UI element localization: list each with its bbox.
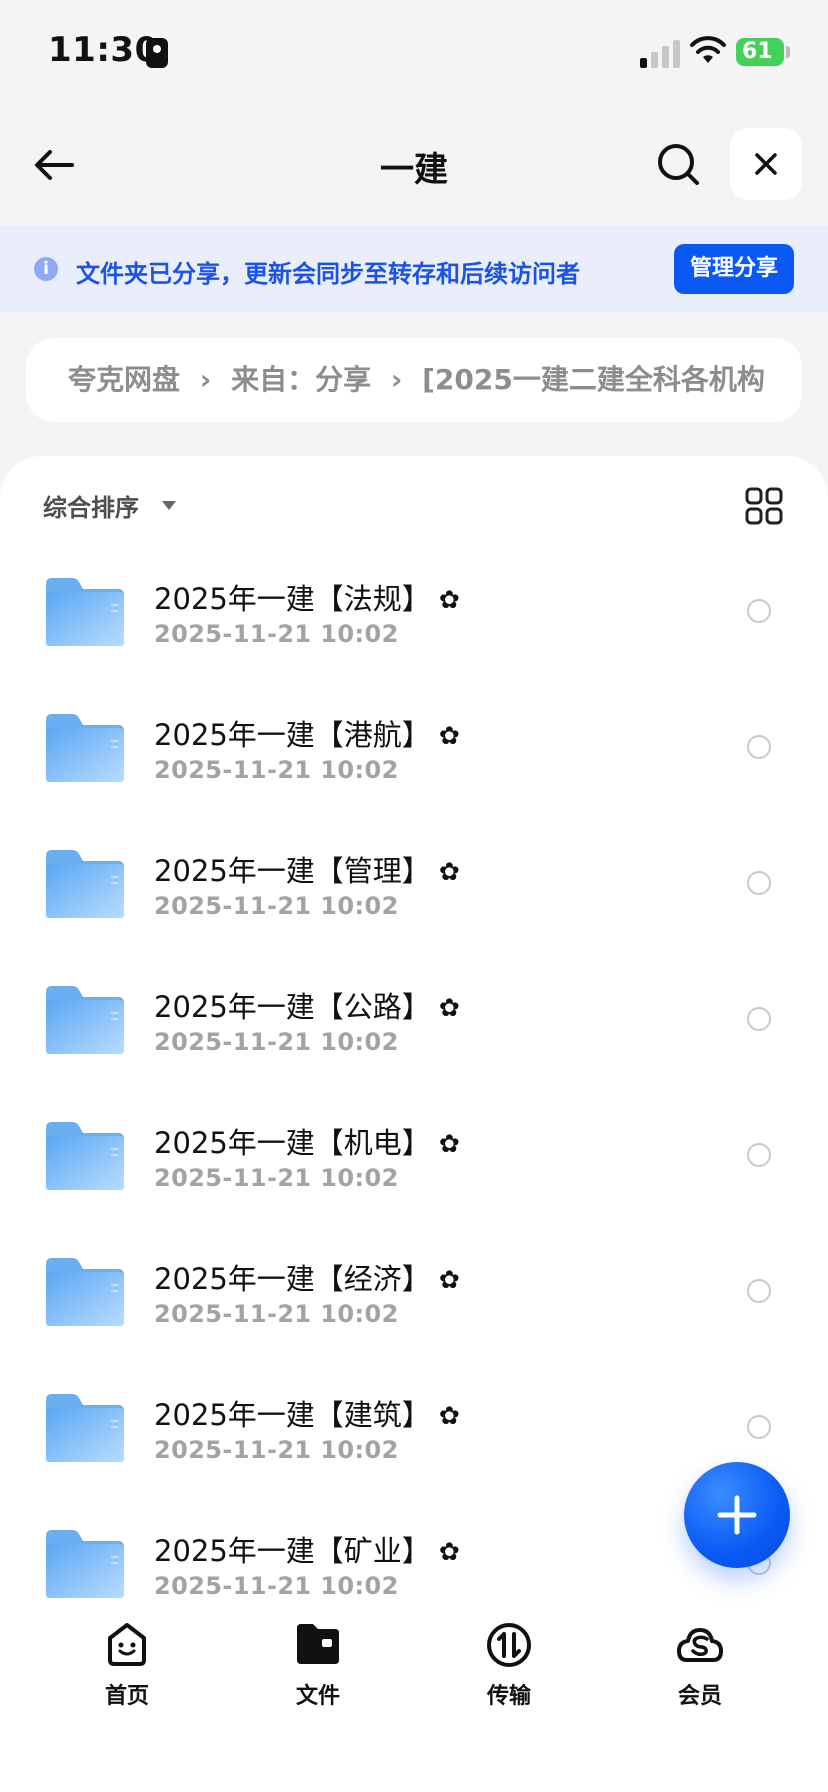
navigation-bar: 一建 xyxy=(0,100,828,226)
file-name: 2025年一建【管理】 xyxy=(154,854,431,888)
file-list-item[interactable]: 2025年一建【机电】 ✿ 2025-11-21 10:02 xyxy=(0,1080,828,1216)
tab-membership[interactable]: 会员 xyxy=(640,1620,760,1710)
folder-icon xyxy=(297,1624,339,1664)
file-name: 2025年一建【机电】 xyxy=(154,1126,431,1160)
select-radio[interactable] xyxy=(747,1415,771,1439)
tab-transfer[interactable]: 传输 xyxy=(449,1620,569,1710)
folder-icon xyxy=(46,850,124,918)
chevron-right-icon: › xyxy=(199,363,212,396)
shared-flower-icon: ✿ xyxy=(438,585,460,614)
folder-icon xyxy=(46,1394,124,1462)
bottom-tab-bar: 首页 文件 传输 会员 xyxy=(0,1604,828,1792)
file-list-item[interactable]: 2025年一建【法规】 ✿ 2025-11-21 10:02 xyxy=(0,536,828,672)
file-name: 2025年一建【矿业】 xyxy=(154,1534,431,1568)
manage-share-button[interactable]: 管理分享 xyxy=(674,244,794,294)
select-radio[interactable] xyxy=(747,1279,771,1303)
breadcrumb: 夸克网盘 › 来自：分享 › [2025一建二建全科各机构 xyxy=(26,338,802,422)
info-icon: i xyxy=(34,257,58,281)
file-list-item[interactable]: 2025年一建【建筑】 ✿ 2025-11-21 10:02 xyxy=(0,1352,828,1488)
battery-icon: 61 xyxy=(736,38,790,66)
file-date: 2025-11-21 10:02 xyxy=(154,756,399,784)
share-banner: i 文件夹已分享，更新会同步至转存和后续访问者 管理分享 xyxy=(0,226,828,312)
add-button[interactable] xyxy=(684,1462,790,1568)
share-banner-text: 文件夹已分享，更新会同步至转存和后续访问者 xyxy=(76,260,580,288)
person-badge-icon xyxy=(146,38,168,68)
breadcrumb-share[interactable]: 来自：分享 xyxy=(231,363,371,396)
folder-icon xyxy=(46,578,124,646)
file-date: 2025-11-21 10:02 xyxy=(154,1436,399,1464)
wifi-icon xyxy=(690,36,726,63)
folder-icon xyxy=(46,1530,124,1598)
file-list-item[interactable]: 2025年一建【港航】 ✿ 2025-11-21 10:02 xyxy=(0,672,828,808)
file-name: 2025年一建【建筑】 xyxy=(154,1398,431,1432)
file-date: 2025-11-21 10:02 xyxy=(154,620,399,648)
select-radio[interactable] xyxy=(747,1007,771,1031)
tab-home[interactable]: 首页 xyxy=(67,1620,187,1710)
caret-down-icon[interactable] xyxy=(162,501,176,510)
select-radio[interactable] xyxy=(747,1143,771,1167)
shared-flower-icon: ✿ xyxy=(438,1129,460,1158)
breadcrumb-current[interactable]: [2025一建二建全科各机构 xyxy=(422,363,765,396)
select-radio[interactable] xyxy=(747,735,771,759)
membership-icon xyxy=(677,1628,723,1662)
tab-membership-label: 会员 xyxy=(677,1684,722,1709)
file-date: 2025-11-21 10:02 xyxy=(154,1300,399,1328)
breadcrumb-root[interactable]: 夸克网盘 xyxy=(68,363,180,396)
file-date: 2025-11-21 10:02 xyxy=(154,892,399,920)
folder-icon xyxy=(46,1122,124,1190)
search-icon[interactable] xyxy=(654,140,704,190)
file-date: 2025-11-21 10:02 xyxy=(154,1164,399,1192)
file-name: 2025年一建【公路】 xyxy=(154,990,431,1024)
select-radio[interactable] xyxy=(747,871,771,895)
tab-files[interactable]: 文件 xyxy=(258,1620,378,1710)
shared-flower-icon: ✿ xyxy=(438,721,460,750)
file-name: 2025年一建【经济】 xyxy=(154,1262,431,1296)
folder-icon xyxy=(46,1258,124,1326)
transfer-icon xyxy=(487,1623,531,1667)
signal-icon xyxy=(640,40,680,68)
tab-files-label: 文件 xyxy=(295,1684,340,1709)
tab-home-label: 首页 xyxy=(104,1684,149,1709)
close-icon xyxy=(755,153,777,175)
shared-flower-icon: ✿ xyxy=(438,1401,460,1430)
shared-flower-icon: ✿ xyxy=(438,993,460,1022)
file-list-item[interactable]: 2025年一建【经济】 ✿ 2025-11-21 10:02 xyxy=(0,1216,828,1352)
sort-dropdown-label[interactable]: 综合排序 xyxy=(43,488,139,523)
file-date: 2025-11-21 10:02 xyxy=(154,1572,399,1600)
home-face-icon xyxy=(108,1623,146,1666)
file-list-card: 综合排序 2025年一建【法规】 ✿ 2025-11-21 10:02 2025… xyxy=(0,456,828,1604)
file-name: 2025年一建【港航】 xyxy=(154,718,431,752)
file-date: 2025-11-21 10:02 xyxy=(154,1028,399,1056)
shared-flower-icon: ✿ xyxy=(438,1537,460,1566)
shared-flower-icon: ✿ xyxy=(438,1265,460,1294)
chevron-right-icon: › xyxy=(390,363,403,396)
close-button[interactable] xyxy=(730,128,802,200)
shared-flower-icon: ✿ xyxy=(438,857,460,886)
select-radio[interactable] xyxy=(747,599,771,623)
file-list-item[interactable]: 2025年一建【公路】 ✿ 2025-11-21 10:02 xyxy=(0,944,828,1080)
file-list-item[interactable]: 2025年一建【管理】 ✿ 2025-11-21 10:02 xyxy=(0,808,828,944)
folder-icon xyxy=(46,714,124,782)
grid-view-icon[interactable] xyxy=(744,486,784,526)
status-time: 11:30 xyxy=(48,30,159,70)
file-name: 2025年一建【法规】 xyxy=(154,582,431,616)
tab-transfer-label: 传输 xyxy=(486,1684,531,1709)
plus-icon xyxy=(717,1495,757,1535)
status-bar: 11:30 61 xyxy=(0,0,828,100)
folder-icon xyxy=(46,986,124,1054)
